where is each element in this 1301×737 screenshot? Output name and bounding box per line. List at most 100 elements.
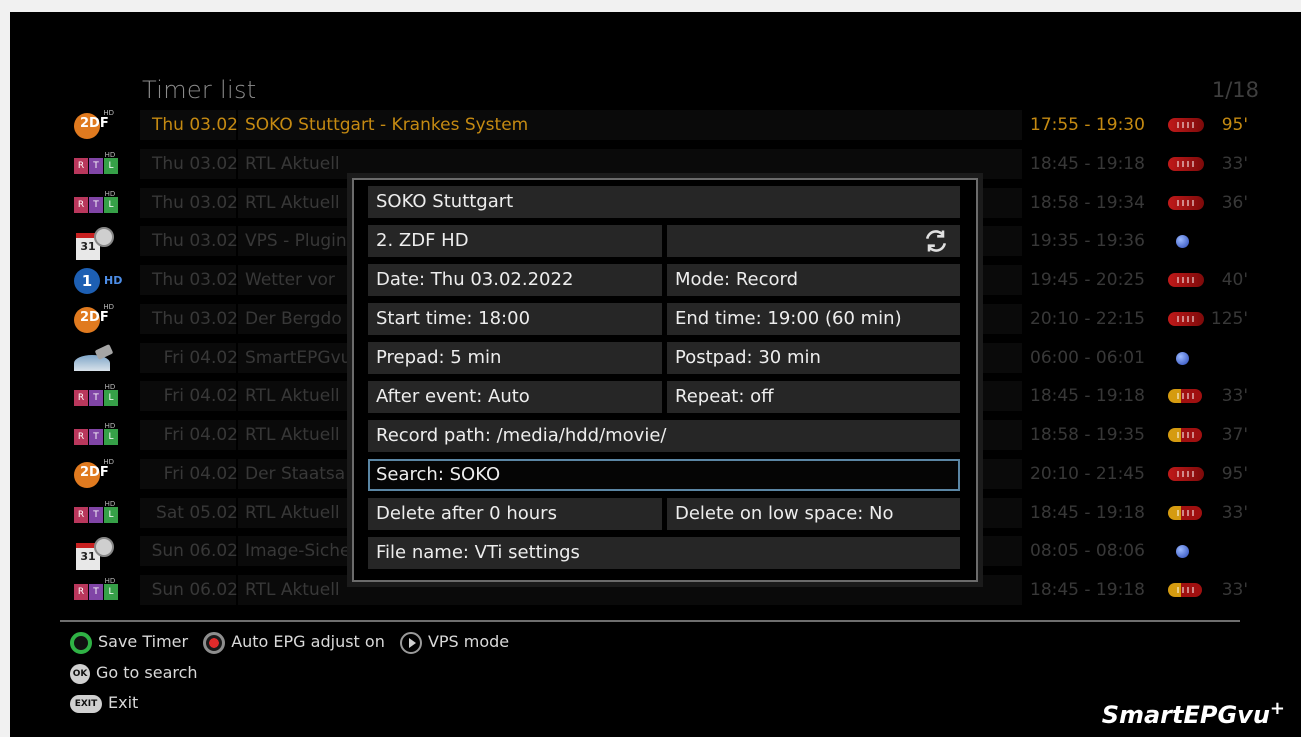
- prepad-field[interactable]: Prepad: 5 min: [368, 342, 662, 374]
- date-field[interactable]: Date: Thu 03.02.2022: [368, 264, 662, 296]
- timer-row[interactable]: 2DF HD Thu 03.02 SOKO Stuttgart - Krankes S…: [70, 108, 1250, 142]
- timer-time: 18:58 - 19:34: [1030, 192, 1145, 213]
- zdf-logo-icon: 2DF HD: [74, 303, 116, 333]
- rtl-logo-icon: R T L HD: [74, 577, 120, 601]
- rtl-logo-icon: R T L HD: [74, 383, 120, 407]
- channel-logo: 2DF HD: [70, 108, 124, 142]
- channel-logo: 31: [70, 534, 124, 571]
- timer-status: [1168, 224, 1210, 258]
- timer-time: 08:05 - 08:06: [1030, 541, 1145, 562]
- play-key-icon[interactable]: [399, 631, 422, 654]
- channel-logo: R T L HD: [70, 573, 124, 607]
- timer-date: Thu 03.02: [151, 115, 238, 135]
- timer-duration: [1210, 534, 1248, 568]
- rtl-logo-icon: R T L HD: [74, 190, 120, 214]
- vps-mode-label[interactable]: VPS mode: [428, 632, 509, 651]
- auto-record-icon: [1168, 505, 1202, 520]
- timer-duration: 33': [1221, 153, 1248, 174]
- timer-date: Thu 03.02: [151, 192, 238, 213]
- brand-name: SmartEPGvu: [1101, 701, 1270, 729]
- satellite-icon: [74, 343, 120, 371]
- timer-duration: 33': [1221, 502, 1248, 523]
- timer-time: 18:45 - 19:18: [1030, 386, 1145, 407]
- postpad-field[interactable]: Postpad: 30 min: [667, 342, 960, 374]
- timer-time: 18:45 - 19:18: [1030, 153, 1145, 174]
- timer-duration: 36': [1221, 192, 1248, 213]
- timer-status: [1168, 418, 1210, 452]
- timer-duration: 33': [1221, 386, 1248, 407]
- after-event-field[interactable]: After event: Auto: [368, 381, 662, 413]
- timer-time: 18:45 - 19:18: [1030, 502, 1145, 523]
- timer-status: [1168, 147, 1210, 181]
- timer-time: 17:55 - 19:30: [1030, 115, 1145, 135]
- rtl-logo-icon: R T L HD: [74, 151, 120, 175]
- timer-status: [1168, 341, 1210, 375]
- service-refresh-field[interactable]: [667, 225, 960, 257]
- green-key-icon[interactable]: [70, 631, 92, 654]
- record-icon: [1168, 466, 1204, 481]
- exit-key-icon[interactable]: EXIT: [70, 694, 102, 713]
- timer-time: 18:58 - 19:35: [1030, 425, 1145, 445]
- red-key-icon[interactable]: [203, 631, 226, 654]
- timer-time: 18:45 - 19:18: [1030, 580, 1145, 600]
- save-timer-label[interactable]: Save Timer: [98, 632, 188, 651]
- record-path-field[interactable]: Record path: /media/hdd/movie/: [368, 420, 960, 452]
- record-icon: [1168, 311, 1204, 326]
- timer-title: SOKO Stuttgart - Krankes System: [245, 115, 529, 135]
- channel-logo: 1 HD: [70, 263, 124, 297]
- page-title: Timer list: [142, 76, 257, 104]
- legend-row-2: OK Go to search: [70, 661, 198, 685]
- channel-logo: 31: [70, 224, 124, 261]
- go-to-search-label[interactable]: Go to search: [96, 663, 198, 682]
- refresh-icon[interactable]: [922, 227, 950, 255]
- auto-record-icon: [1168, 428, 1202, 442]
- timer-duration: 33': [1221, 580, 1248, 600]
- timer-date: Fri 04.02: [163, 463, 238, 484]
- timer-status: [1168, 186, 1210, 220]
- timer-edit-dialog: SOKO Stuttgart 2. ZDF HD Date: Thu 03.02…: [352, 178, 978, 582]
- service-field[interactable]: 2. ZDF HD: [368, 225, 662, 257]
- timer-duration: 37': [1221, 425, 1248, 445]
- rtl-logo-icon: R T L HD: [74, 422, 120, 446]
- file-name-field[interactable]: File name: VTi settings: [368, 537, 960, 569]
- vps-icon: [1176, 351, 1189, 365]
- rtl-logo-icon: R T L HD: [74, 500, 120, 524]
- exit-label[interactable]: Exit: [108, 693, 138, 712]
- timer-duration: 95': [1221, 463, 1248, 484]
- ok-key-icon[interactable]: OK: [70, 663, 90, 684]
- timer-name-field[interactable]: SOKO Stuttgart: [368, 186, 960, 218]
- timer-title: RTL Aktuell: [245, 153, 340, 174]
- zdf-logo-icon: 2DF HD: [74, 109, 116, 139]
- timer-date: Thu 03.02: [151, 270, 238, 290]
- timer-duration: 40': [1221, 270, 1248, 290]
- record-icon: [1168, 195, 1204, 210]
- timer-date: Fri 04.02: [163, 425, 238, 445]
- delete-after-field[interactable]: Delete after 0 hours: [368, 498, 662, 530]
- channel-logo: R T L HD: [70, 418, 124, 452]
- timer-duration: 125': [1210, 308, 1248, 329]
- tv-screen: Timer list 1/18 2DF HD Thu 03.02 SOKO Stutt…: [10, 12, 1301, 737]
- delete-low-space-field[interactable]: Delete on low space: No: [667, 498, 960, 530]
- auto-record-icon: [1168, 389, 1202, 404]
- calendar-clock-icon: 31: [76, 227, 122, 261]
- timer-status: [1168, 263, 1210, 297]
- timer-status: [1168, 302, 1210, 336]
- auto-epg-label[interactable]: Auto EPG adjust on: [231, 632, 385, 651]
- timer-time: 19:35 - 19:36: [1030, 231, 1145, 252]
- brand-logo: SmartEPGvu+: [1102, 698, 1285, 729]
- timer-date: Sun 06.02: [151, 580, 238, 600]
- mode-field[interactable]: Mode: Record: [667, 264, 960, 296]
- legend-row-3: EXIT Exit: [70, 691, 138, 715]
- channel-logo: R T L HD: [70, 496, 124, 530]
- timer-row[interactable]: R T L HD Thu 03.02 RTL Aktuell 18:45 - 19:18 33…: [70, 147, 1250, 181]
- timer-duration: [1210, 224, 1248, 258]
- search-field[interactable]: Search: SOKO: [368, 459, 960, 491]
- timer-time: 20:10 - 21:45: [1030, 463, 1145, 484]
- timer-status: [1168, 496, 1210, 530]
- timer-duration: 95': [1221, 115, 1248, 135]
- repeat-field[interactable]: Repeat: off: [667, 381, 960, 413]
- end-time-field[interactable]: End time: 19:00 (60 min): [667, 303, 960, 335]
- start-time-field[interactable]: Start time: 18:00: [368, 303, 662, 335]
- channel-logo: 2DF HD: [70, 457, 124, 491]
- record-icon: [1168, 273, 1204, 287]
